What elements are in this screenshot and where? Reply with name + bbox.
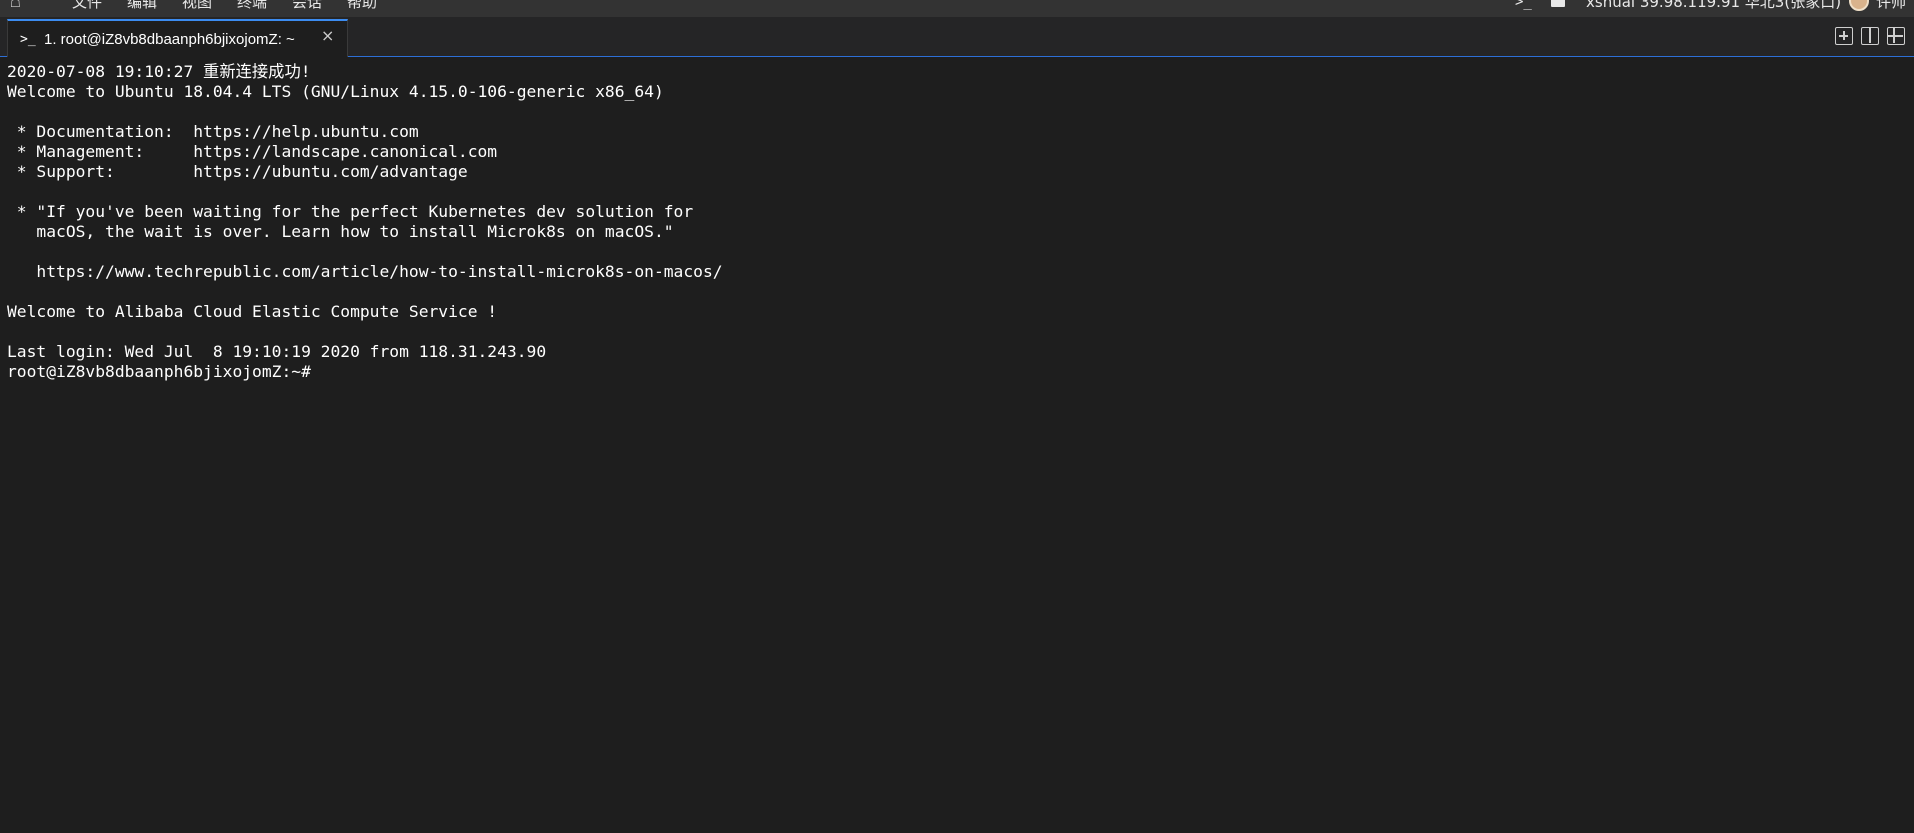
terminal-line: * "If you've been waiting for the perfec… xyxy=(7,202,694,221)
menu-edit[interactable]: 编辑 xyxy=(127,0,157,11)
split-vertical-icon[interactable] xyxy=(1861,27,1879,45)
user-name[interactable]: 许帅 xyxy=(1876,0,1906,11)
window-icon[interactable] xyxy=(1551,0,1565,7)
close-icon[interactable]: × xyxy=(321,26,334,45)
terminal-line: * Documentation: https://help.ubuntu.com xyxy=(7,122,419,141)
menu-terminal[interactable]: 终端 xyxy=(237,0,267,11)
menu-session[interactable]: 会话 xyxy=(292,0,322,11)
menu-help[interactable]: 帮助 xyxy=(347,0,377,11)
app-logo-icon[interactable]: ☖ xyxy=(10,0,24,10)
user-avatar[interactable] xyxy=(1849,0,1869,11)
terminal-line: https://www.techrepublic.com/article/how… xyxy=(7,262,723,281)
menu-view[interactable]: 视图 xyxy=(182,0,212,11)
terminal-icon: >_ xyxy=(20,32,36,47)
tab-label: 1. root@iZ8vb8dbaanph6bjixojomZ: ~ xyxy=(44,31,295,48)
terminal-line: * Management: https://landscape.canonica… xyxy=(7,142,498,161)
session-info[interactable]: xshuai 39.98.119.91 华北3(张家口) xyxy=(1586,0,1841,11)
tab-bar: >_ 1. root@iZ8vb8dbaanph6bjixojomZ: ~ × xyxy=(0,17,1914,57)
terminal-line: 2020-07-08 19:10:27 重新连接成功! xyxy=(7,62,311,81)
terminal-toggle-icon[interactable]: >_ xyxy=(1515,0,1532,10)
terminal-line: Welcome to Ubuntu 18.04.4 LTS (GNU/Linux… xyxy=(7,82,664,101)
terminal-line: * Support: https://ubuntu.com/advantage xyxy=(7,162,468,181)
menu-file[interactable]: 文件 xyxy=(72,0,102,11)
tab-session-1[interactable]: >_ 1. root@iZ8vb8dbaanph6bjixojomZ: ~ × xyxy=(7,19,348,57)
terminal-line: Last login: Wed Jul 8 19:10:19 2020 from… xyxy=(7,342,547,361)
terminal-output[interactable]: 2020-07-08 19:10:27 重新连接成功! Welcome to Ub… xyxy=(0,58,1914,833)
menu-bar: ☖ 文件 编辑 视图 终端 会话 帮助 >_ xshuai 39.98.119.… xyxy=(0,0,1914,17)
new-tab-icon[interactable] xyxy=(1835,27,1853,45)
terminal-line: Welcome to Alibaba Cloud Elastic Compute… xyxy=(7,302,498,321)
shell-prompt: root@iZ8vb8dbaanph6bjixojomZ:~# xyxy=(7,362,311,381)
terminal-line: macOS, the wait is over. Learn how to in… xyxy=(7,222,674,241)
split-horizontal-icon[interactable] xyxy=(1887,27,1905,45)
